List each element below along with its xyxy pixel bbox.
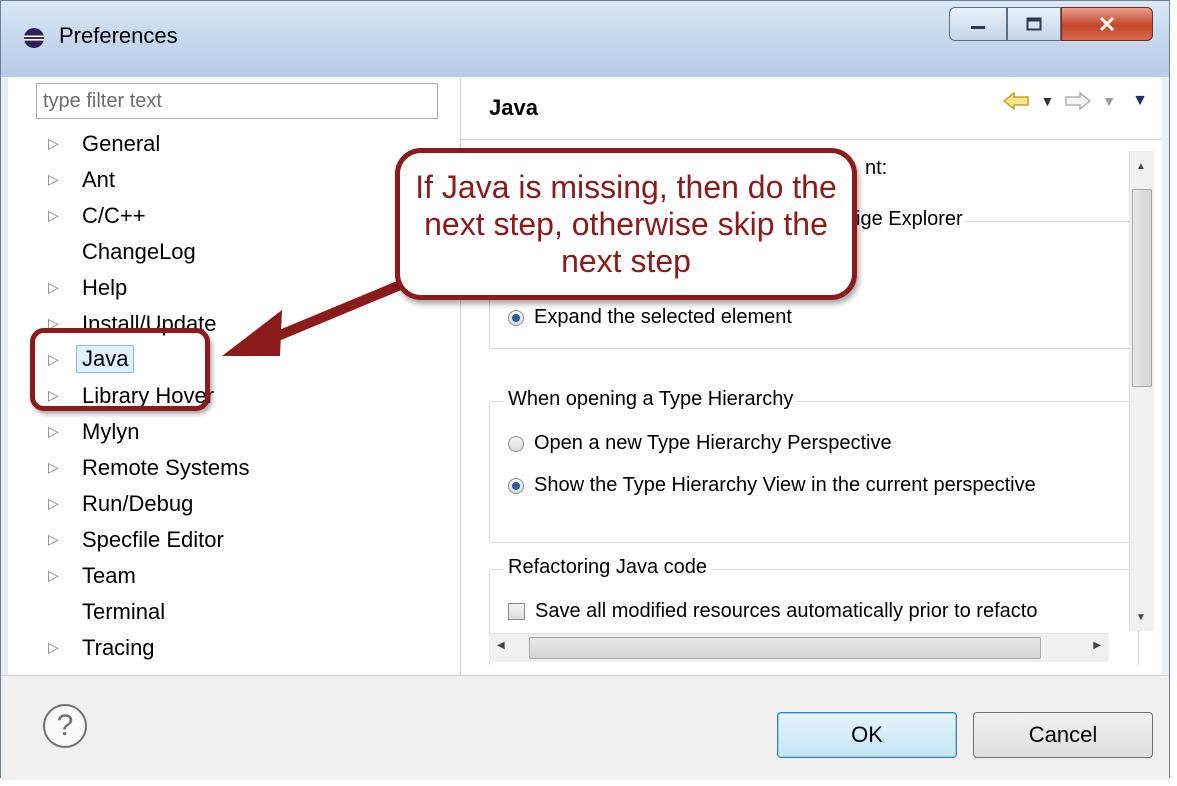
tree-item-ant[interactable]: ▷ Ant [48, 167, 348, 199]
maximize-button[interactable] [1007, 7, 1061, 41]
save-before-refactor-option[interactable]: Save all modified resources automaticall… [508, 600, 1037, 623]
expand-arrow-icon[interactable]: ▷ [48, 423, 59, 440]
view-menu-icon[interactable]: ▼ [1132, 92, 1148, 110]
tree-item-label: Ant [82, 167, 116, 192]
vertical-scroll-thumb[interactable] [1132, 189, 1152, 387]
expand-arrow-icon[interactable]: ▷ [48, 171, 59, 188]
dialog-button-bar: ? OK Cancel [1, 675, 1169, 780]
tree-item-label: ChangeLog [82, 239, 196, 264]
option-label: Open a new Type Hierarchy Perspective [534, 432, 892, 454]
java-highlight-box [30, 328, 210, 411]
tree-item-label: Tracing [82, 635, 155, 660]
scroll-up-icon[interactable]: ▲ [1136, 161, 1146, 172]
tree-item-specfile-editor[interactable]: ▷ Specfile Editor [48, 527, 348, 559]
tree-item-cpp[interactable]: ▷ C/C++ [48, 203, 348, 235]
expand-arrow-icon[interactable]: ▷ [48, 639, 59, 656]
cancel-button[interactable]: Cancel [973, 712, 1153, 758]
tree-item-label: Terminal [82, 599, 166, 624]
scroll-down-icon[interactable]: ▼ [1136, 612, 1146, 623]
partial-label-2: ige Explorer [854, 208, 965, 231]
close-button[interactable] [1061, 7, 1153, 41]
forward-arrow-icon[interactable] [1064, 91, 1092, 111]
partial-label-1: nt: [865, 157, 888, 179]
page-title: Java [489, 95, 538, 120]
maximize-icon [1026, 17, 1042, 31]
radio-icon[interactable] [508, 309, 524, 326]
tree-item-label: General [82, 131, 161, 156]
tree-item-mylyn[interactable]: ▷ Mylyn [48, 419, 348, 451]
expand-arrow-icon[interactable]: ▷ [48, 567, 59, 584]
new-hierarchy-perspective-option[interactable]: Open a new Type Hierarchy Perspective [508, 432, 892, 455]
window-title: Preferences [59, 23, 178, 48]
tree-item-label: Team [82, 563, 136, 588]
tree-item-changelog[interactable]: ChangeLog [48, 239, 348, 271]
minimize-button[interactable] [949, 7, 1007, 41]
tree-item-label: Mylyn [82, 419, 140, 444]
tree-item-label: Help [82, 275, 128, 300]
expand-arrow-icon[interactable]: ▷ [48, 207, 59, 224]
close-icon [1099, 16, 1115, 32]
annotation-callout: If Java is missing, then do the next ste… [395, 148, 857, 300]
forward-menu-chevron-icon[interactable]: ▼ [1102, 93, 1116, 109]
tree-item-team[interactable]: ▷ Team [48, 563, 348, 595]
tree-item-help[interactable]: ▷ Help [48, 275, 348, 307]
type-hierarchy-group: When opening a Type Hierarchy Open a new… [489, 388, 1139, 543]
expand-arrow-icon[interactable]: ▷ [48, 279, 59, 296]
eclipse-icon [24, 28, 44, 48]
tree-item-label: Remote Systems [82, 455, 250, 480]
header-divider [461, 139, 1162, 140]
option-label: Expand the selected element [534, 306, 792, 328]
minimize-icon [971, 26, 985, 29]
back-menu-chevron-icon[interactable]: ▼ [1040, 93, 1054, 109]
tree-item-general[interactable]: ▷ General [48, 131, 348, 163]
page-navigation: ▼ ▼ ▼ [1002, 91, 1148, 111]
hierarchy-view-current-option[interactable]: Show the Type Hierarchy View in the curr… [508, 474, 1036, 497]
horizontal-scrollbar[interactable]: ◀ ▶ [489, 633, 1109, 662]
ok-button[interactable]: OK [777, 712, 957, 758]
horizontal-scroll-thumb[interactable] [529, 637, 1041, 659]
group-title: When opening a Type Hierarchy [504, 388, 798, 411]
scroll-left-icon[interactable]: ◀ [497, 640, 505, 651]
option-label: Show the Type Hierarchy View in the curr… [534, 474, 1036, 496]
checkbox-icon[interactable] [508, 603, 525, 620]
group-title: Refactoring Java code [504, 556, 712, 579]
expand-arrow-icon[interactable]: ▷ [48, 135, 59, 152]
tree-item-label: Run/Debug [82, 491, 194, 516]
expand-arrow-icon[interactable]: ▷ [48, 459, 59, 476]
filter-input[interactable] [36, 83, 438, 119]
option-label: Save all modified resources automaticall… [535, 600, 1038, 622]
expand-arrow-icon[interactable]: ▷ [48, 495, 59, 512]
scroll-right-icon[interactable]: ▶ [1093, 640, 1101, 651]
title-bar: Preferences [1, 1, 1169, 77]
window-controls [949, 7, 1153, 43]
expand-selected-option[interactable]: Expand the selected element [508, 306, 792, 329]
tree-item-label: Specfile Editor [82, 527, 224, 552]
radio-icon[interactable] [508, 477, 524, 494]
tree-item-run-debug[interactable]: ▷ Run/Debug [48, 491, 348, 523]
tree-item-remote-systems[interactable]: ▷ Remote Systems [48, 455, 348, 487]
tree-item-tracing[interactable]: ▷ Tracing [48, 635, 348, 667]
radio-icon[interactable] [508, 435, 524, 452]
expand-arrow-icon[interactable]: ▷ [48, 531, 59, 548]
vertical-scrollbar[interactable]: ▲ ▼ [1129, 151, 1154, 631]
tree-item-terminal[interactable]: Terminal [48, 599, 348, 631]
help-icon[interactable]: ? [43, 704, 87, 748]
back-arrow-icon[interactable] [1002, 91, 1030, 111]
tree-item-label: C/C++ [82, 203, 146, 228]
